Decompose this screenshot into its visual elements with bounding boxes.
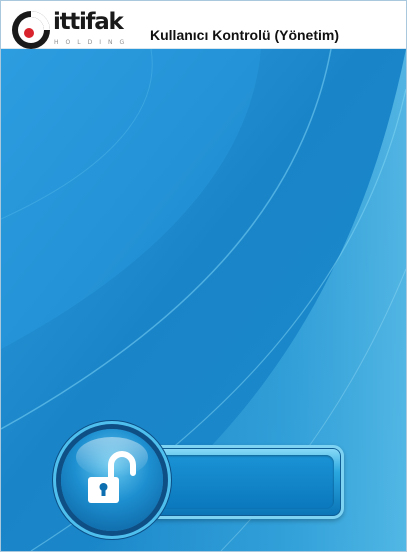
login-control xyxy=(61,429,348,531)
ittifak-holding-logo: ittifak HOLDING xyxy=(9,6,137,49)
logo-subtitle: HOLDING xyxy=(54,39,132,46)
password-input[interactable] xyxy=(139,445,344,519)
unlock-button[interactable] xyxy=(61,429,163,531)
user-control-window: ittifak HOLDING Kullanıcı Kontrolü (Yöne… xyxy=(0,0,407,552)
logo-wordmark: ittifak xyxy=(53,9,124,35)
password-input-inner xyxy=(151,455,334,509)
header-bar: ittifak HOLDING Kullanıcı Kontrolü (Yöne… xyxy=(1,1,406,49)
unlock-icon xyxy=(88,451,136,503)
ittifak-logo-mark-icon xyxy=(12,11,50,49)
page-title: Kullanıcı Kontrolü (Yönetim) xyxy=(150,27,339,43)
